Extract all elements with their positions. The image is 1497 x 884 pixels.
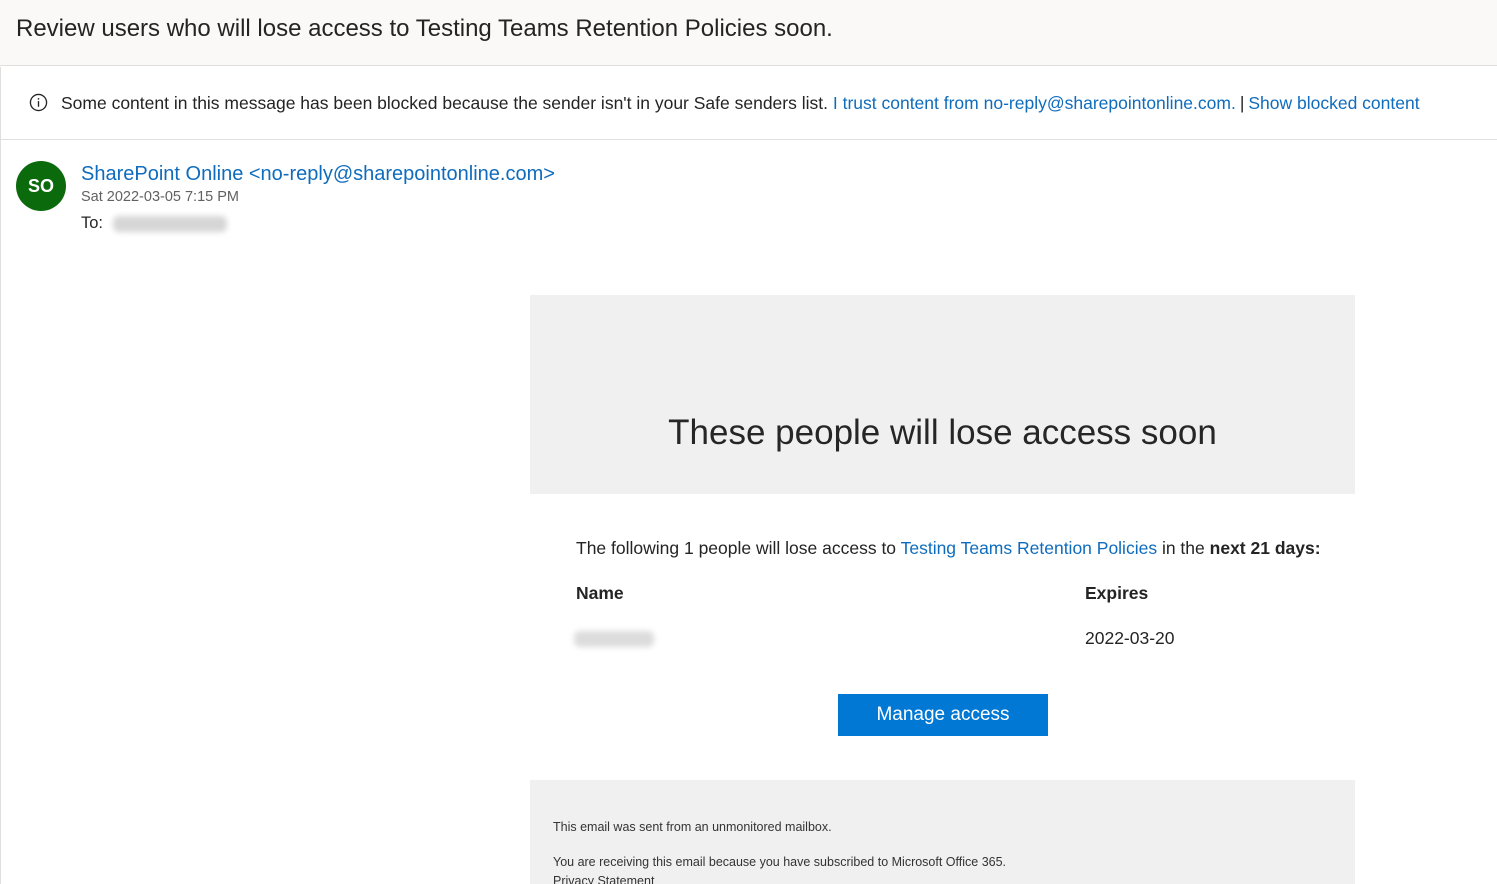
hero-title: These people will lose access soon xyxy=(668,413,1217,452)
column-header-name: Name xyxy=(576,583,624,603)
redacted-person-name xyxy=(574,631,654,647)
footer-line-unmonitored: This email was sent from an unmonitored … xyxy=(553,820,832,834)
reading-pane-border xyxy=(0,140,1,884)
sender-name-link[interactable]: SharePoint Online <no-reply@sharepointon… xyxy=(81,163,555,186)
site-link[interactable]: Testing Teams Retention Policies xyxy=(901,538,1157,558)
notice-separator: | xyxy=(1239,93,1245,113)
subject-bar: Review users who will lose access to Tes… xyxy=(0,0,1497,66)
notice-text: Some content in this message has been bl… xyxy=(61,93,828,113)
privacy-statement-link[interactable]: Privacy Statement xyxy=(553,874,654,884)
trust-sender-link[interactable]: I trust content from no-reply@sharepoint… xyxy=(833,93,1236,113)
intro-prefix: The following 1 people will lose access … xyxy=(576,538,897,558)
manage-access-button[interactable]: Manage access xyxy=(838,694,1048,736)
sent-date: Sat 2022-03-05 7:15 PM xyxy=(81,189,239,205)
recipient-row: To: xyxy=(81,214,228,233)
footer-line-subscription: You are receiving this email because you… xyxy=(553,855,1007,869)
to-label: To: xyxy=(81,214,104,232)
avatar-initials: SO xyxy=(27,175,54,196)
email-subject: Review users who will lose access to Tes… xyxy=(16,15,833,42)
email-footer: This email was sent from an unmonitored … xyxy=(530,780,1355,884)
sender-avatar[interactable]: SO xyxy=(16,161,66,211)
hero-banner: These people will lose access soon xyxy=(530,295,1355,494)
intro-bold: next 21 days: xyxy=(1209,538,1321,558)
notice-message: Some content in this message has been bl… xyxy=(61,93,1420,114)
show-blocked-content-link[interactable]: Show blocked content xyxy=(1248,93,1419,113)
intro-text: The following 1 people will lose access … xyxy=(576,538,1321,559)
expires-date: 2022-03-20 xyxy=(1085,628,1175,648)
column-header-expires: Expires xyxy=(1085,583,1149,603)
info-icon xyxy=(29,93,48,117)
redacted-recipient[interactable] xyxy=(113,215,228,232)
intro-middle: in the xyxy=(1161,538,1205,558)
